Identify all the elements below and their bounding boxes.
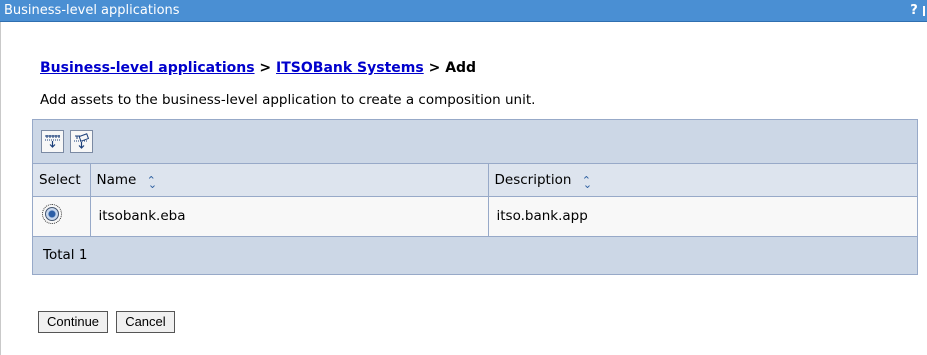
breadcrumb-link-itsobank-systems[interactable]: ITSOBank Systems xyxy=(276,60,424,76)
assets-table: Select Name ⌃⌄ Description ⌃⌄ itsobank.e… xyxy=(32,119,918,275)
breadcrumb-link-business-level-applications[interactable]: Business-level applications xyxy=(40,60,255,76)
breadcrumb: Business-level applications > ITSOBank S… xyxy=(40,60,476,76)
page-description: Add assets to the business-level applica… xyxy=(40,92,536,108)
window-titlebar: Business-level applications ? xyxy=(0,0,927,22)
assets-grid: Select Name ⌃⌄ Description ⌃⌄ itsobank.e… xyxy=(33,164,917,237)
row-select-radio[interactable] xyxy=(42,204,62,224)
column-header-name[interactable]: Name ⌃⌄ xyxy=(90,164,489,197)
deselect-all-icon[interactable] xyxy=(70,130,94,153)
breadcrumb-current: Add xyxy=(445,60,477,76)
select-cell xyxy=(33,196,91,237)
column-label: Description xyxy=(494,171,572,188)
description-cell: itso.bank.app xyxy=(488,196,917,237)
window-title: Business-level applications xyxy=(4,3,180,18)
cancel-button[interactable]: Cancel xyxy=(116,311,175,333)
table-row: itsobank.eba itso.bank.app xyxy=(33,196,917,237)
breadcrumb-separator: > xyxy=(428,60,441,76)
table-total: Total 1 xyxy=(33,236,917,274)
continue-button[interactable]: Continue xyxy=(38,311,109,333)
select-all-icon[interactable] xyxy=(41,130,64,153)
sort-icon[interactable]: ⌃⌄ xyxy=(582,174,600,191)
left-border xyxy=(0,22,1,355)
action-buttons: Continue Cancel xyxy=(38,311,179,333)
sort-icon[interactable]: ⌃⌄ xyxy=(147,174,165,191)
column-header-description[interactable]: Description ⌃⌄ xyxy=(488,164,917,197)
minimize-icon[interactable] xyxy=(923,6,927,16)
column-label: Name xyxy=(96,171,137,188)
column-label: Select xyxy=(39,171,81,188)
name-cell: itsobank.eba xyxy=(90,196,489,237)
column-header-select: Select xyxy=(33,164,91,197)
table-header-row: Select Name ⌃⌄ Description ⌃⌄ xyxy=(33,164,917,197)
breadcrumb-separator: > xyxy=(259,60,272,76)
table-toolbar xyxy=(33,120,917,164)
help-button[interactable]: ? xyxy=(906,0,922,22)
